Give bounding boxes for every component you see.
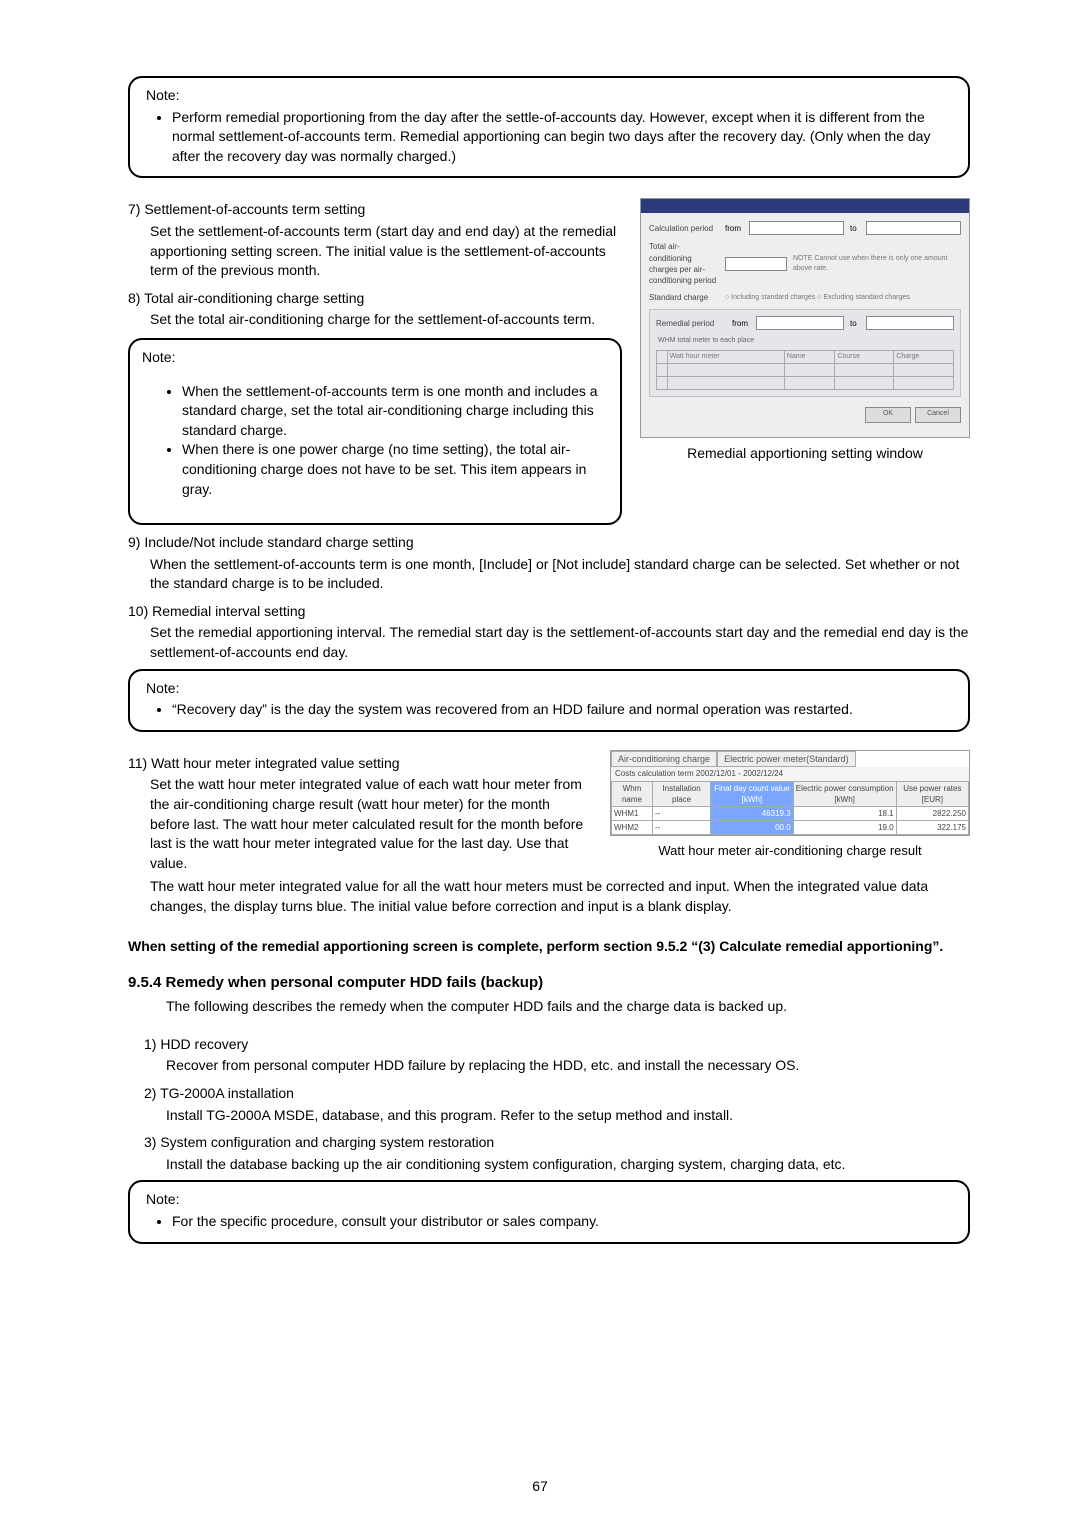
step-9-heading: 9) Include/Not include standard charge s… <box>128 533 970 553</box>
backup-step-1-heading: 1) HDD recovery <box>128 1035 970 1055</box>
figure-2-caption: Watt hour meter air-conditioning charge … <box>610 842 970 860</box>
tab[interactable]: Electric power meter(Standard) <box>717 751 856 768</box>
note-list: Perform remedial proportioning from the … <box>146 108 952 167</box>
note-box-2: Note: When the settlement-of-accounts te… <box>128 338 622 525</box>
note-item: When the settlement-of-accounts term is … <box>182 382 608 441</box>
titlebar <box>641 199 969 213</box>
inner-panel: Remedial periodfromto WHM total meter to… <box>649 309 961 397</box>
note-box-3: Note: “Recovery day” is the day the syst… <box>128 669 970 732</box>
note-item: “Recovery day” is the day the system was… <box>172 700 952 720</box>
step-11-body-2: The watt hour meter integrated value for… <box>128 877 970 916</box>
col-header: Whm name <box>612 781 653 806</box>
note-title: Note: <box>146 86 952 106</box>
col-header: Installation place <box>652 781 710 806</box>
completion-instruction: When setting of the remedial apportionin… <box>128 937 970 957</box>
note-title: Note: <box>146 679 952 699</box>
date-field[interactable] <box>749 221 844 235</box>
whm-charge-result-window: Air-conditioning charge Electric power m… <box>610 750 970 837</box>
label: Total air-conditioning charges per air-c… <box>649 241 719 286</box>
tab[interactable]: Air-conditioning charge <box>611 751 717 768</box>
cell: 46319.3 <box>711 807 794 821</box>
backup-step-1-body: Recover from personal computer HDD failu… <box>128 1056 970 1076</box>
cell: WHM2 <box>612 821 653 835</box>
note-box-4: Note: For the specific procedure, consul… <box>128 1180 970 1243</box>
date-field[interactable] <box>866 316 954 330</box>
step-8-heading: 8) Total air-conditioning charge setting <box>128 289 622 309</box>
ok-button[interactable]: OK <box>865 407 911 423</box>
note-item: For the specific procedure, consult your… <box>172 1212 952 1232</box>
col-header: Electric power consumption [kWh] <box>793 781 896 806</box>
help-text: WHM total meter to each place <box>658 336 954 346</box>
note-list: For the specific procedure, consult your… <box>146 1212 952 1232</box>
cell: 18.1 <box>793 807 896 821</box>
cell: 00.0 <box>711 821 794 835</box>
date-field[interactable] <box>866 221 961 235</box>
cancel-button[interactable]: Cancel <box>915 407 961 423</box>
note-item: Perform remedial proportioning from the … <box>172 108 952 167</box>
backup-step-2-body: Install TG-2000A MSDE, database, and thi… <box>128 1106 970 1126</box>
backup-step-3-body: Install the database backing up the air … <box>128 1155 970 1175</box>
note-title: Note: <box>142 348 608 368</box>
step-7-body: Set the settlement-of-accounts term (sta… <box>128 222 622 281</box>
cell: WHM1 <box>612 807 653 821</box>
section-954-intro: The following describes the remedy when … <box>128 997 970 1017</box>
remedial-apportioning-window: Calculation periodfromto Total air-condi… <box>640 198 970 438</box>
step-11-heading: 11) Watt hour meter integrated value set… <box>128 754 592 774</box>
date-field[interactable] <box>756 316 844 330</box>
note-box-1: Note: Perform remedial proportioning fro… <box>128 76 970 178</box>
help-text: NOTE Cannot use when there is only one a… <box>793 254 961 274</box>
backup-step-3-heading: 3) System configuration and charging sys… <box>128 1133 970 1153</box>
cell: 2822.250 <box>896 807 968 821</box>
col-header: Final day count value [kWh] <box>711 781 794 806</box>
term-label: Costs calculation term 2002/12/01 - 2002… <box>611 767 969 780</box>
section-954-heading: 9.5.4 Remedy when personal computer HDD … <box>128 972 970 993</box>
step-8-body: Set the total air-conditioning charge fo… <box>128 310 622 330</box>
page-number: 67 <box>0 1477 1080 1497</box>
cell: 19.0 <box>793 821 896 835</box>
note-item: When there is one power charge (no time … <box>182 440 608 499</box>
note-list: When the settlement-of-accounts term is … <box>142 382 608 500</box>
note-list: “Recovery day” is the day the system was… <box>146 700 952 720</box>
label: Calculation period <box>649 223 719 234</box>
result-table: Whm name Installation place Final day co… <box>611 781 969 836</box>
radio-group[interactable]: ○ Including standard charges ○ Excluding… <box>725 293 961 303</box>
step-10-heading: 10) Remedial interval setting <box>128 602 970 622</box>
number-field[interactable] <box>725 257 787 271</box>
step-10-body: Set the remedial apportioning interval. … <box>128 623 970 662</box>
label: Remedial period <box>656 318 726 329</box>
step-11-body-1: Set the watt hour meter integrated value… <box>128 775 592 873</box>
backup-step-2-heading: 2) TG-2000A installation <box>128 1084 970 1104</box>
col-header: Use power rates [EUR] <box>896 781 968 806</box>
cell: -- <box>652 821 710 835</box>
whm-table: Watt hour meterNameCourseCharge <box>656 350 954 390</box>
note-title: Note: <box>146 1190 952 1210</box>
step-7-heading: 7) Settlement-of-accounts term setting <box>128 200 622 220</box>
label: Standard charge <box>649 292 719 303</box>
cell: 322.175 <box>896 821 968 835</box>
cell: -- <box>652 807 710 821</box>
figure-1-caption: Remedial apportioning setting window <box>640 444 970 464</box>
step-9-body: When the settlement-of-accounts term is … <box>128 555 970 594</box>
